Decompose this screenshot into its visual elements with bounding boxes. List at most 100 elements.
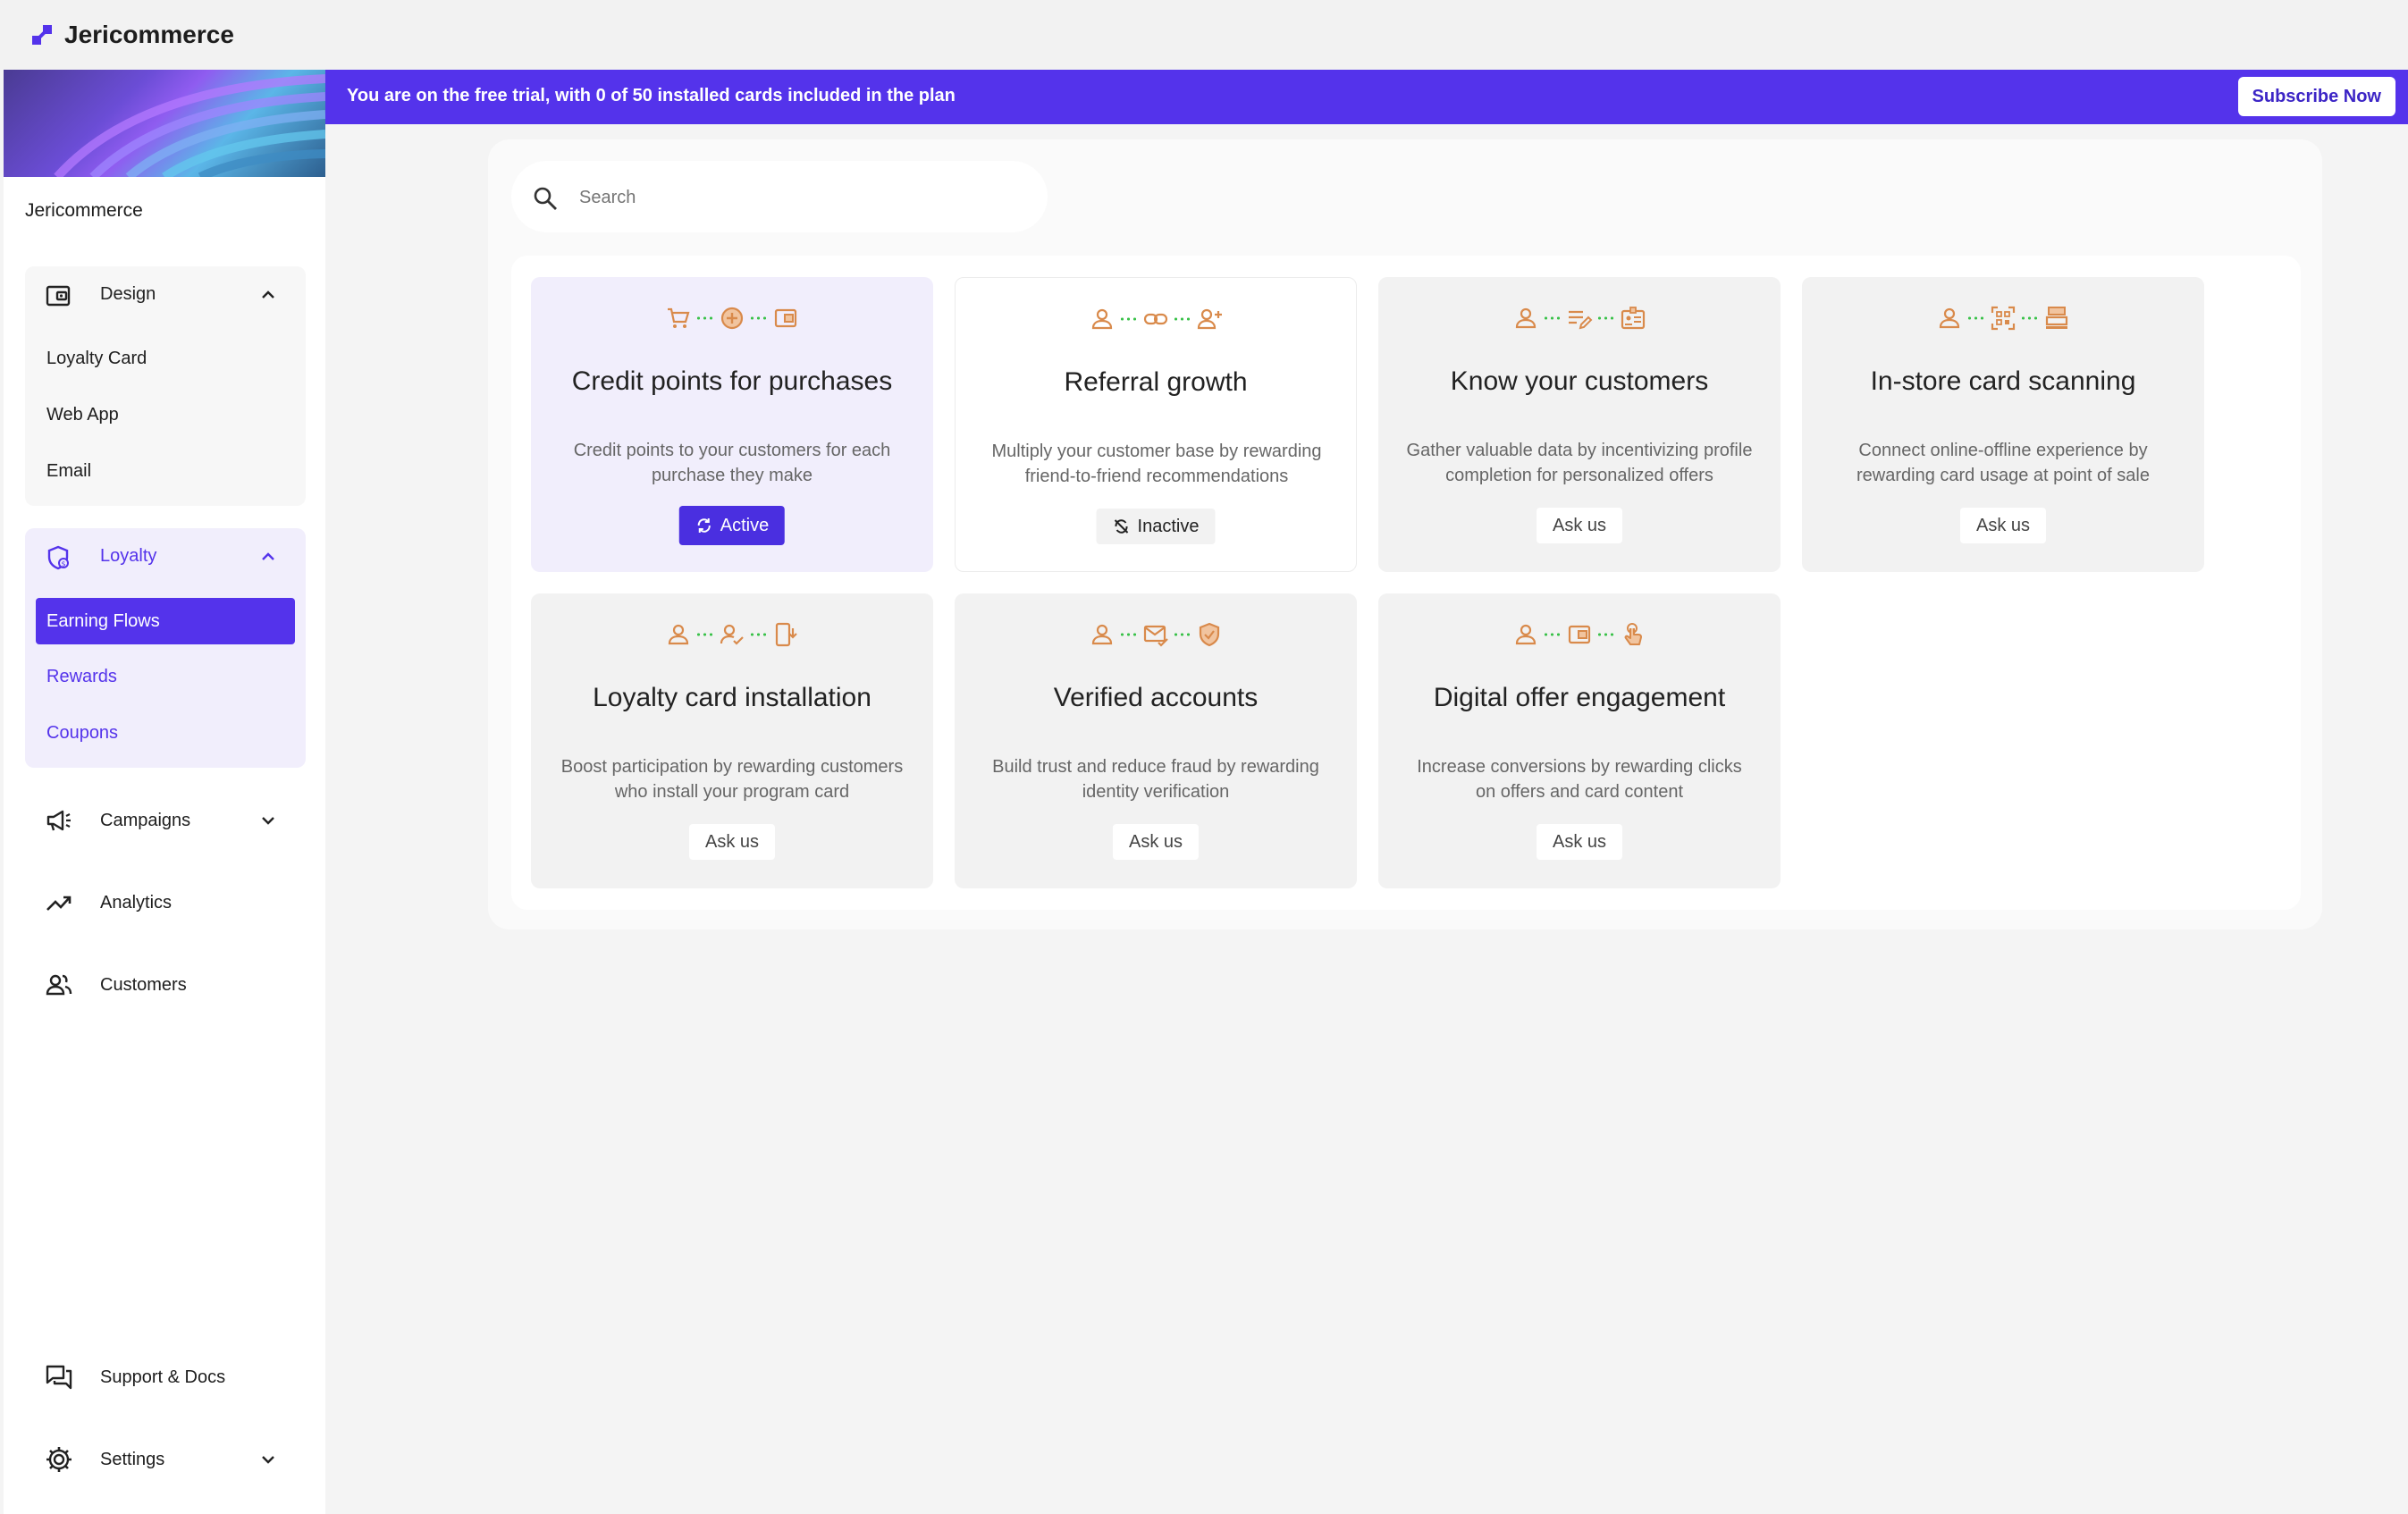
card-digital-offer-engagement[interactable]: Digital offer engagement Increase conver…	[1378, 593, 1781, 888]
card-title: Credit points for purchases	[571, 366, 893, 396]
wallet-icon	[46, 285, 71, 307]
chevron-up-icon	[262, 290, 274, 299]
flow-icons	[531, 302, 933, 334]
status-active-button[interactable]: Active	[678, 506, 786, 545]
flow-icons	[955, 618, 1357, 651]
workspace-banner-image	[4, 70, 325, 177]
ask-us-button[interactable]: Ask us	[1536, 508, 1623, 543]
trial-banner: You are on the free trial, with 0 of 50 …	[325, 70, 2408, 124]
card-description: Boost participation by rewarding custome…	[560, 757, 904, 802]
sidebar-item-rewards[interactable]: Rewards	[46, 667, 117, 687]
connector	[1596, 316, 1616, 320]
person-icon	[668, 624, 689, 645]
connector	[1173, 633, 1192, 636]
sidebar-item-email[interactable]: Email	[46, 461, 91, 482]
top-bar: Jericommerce	[0, 0, 2408, 70]
sidebar-item-support-docs[interactable]: Support & Docs	[25, 1350, 306, 1404]
connector	[2020, 316, 2040, 320]
sync-icon	[697, 518, 711, 533]
status-inactive-button[interactable]: Inactive	[1096, 509, 1216, 544]
ask-us-button[interactable]: Ask us	[1112, 824, 1200, 860]
sidebar-item-coupons[interactable]: Coupons	[46, 723, 118, 744]
wallet-icon	[1568, 625, 1591, 644]
design-toggle[interactable]: Design	[25, 266, 306, 324]
flow-icons	[1802, 302, 2204, 334]
card-title: Know your customers	[1450, 366, 1709, 396]
connector	[1173, 317, 1192, 321]
connector	[749, 633, 769, 636]
sidebar-item-campaigns[interactable]: Campaigns	[25, 794, 306, 847]
card-in-store-scanning[interactable]: In-store card scanning Connect online-of…	[1802, 277, 2204, 572]
settings-label: Settings	[100, 1450, 165, 1469]
ask-us-button[interactable]: Ask us	[688, 824, 776, 860]
person-icon	[1515, 624, 1537, 645]
card-title: Digital offer engagement	[1433, 683, 1726, 712]
card-loyalty-card-installation[interactable]: Loyalty card installation Boost particip…	[531, 593, 933, 888]
flow-icons	[531, 618, 933, 651]
chevron-down-icon	[262, 1456, 274, 1464]
sidebar-item-loyalty-card[interactable]: Loyalty Card	[46, 349, 147, 369]
loyalty-label: Loyalty	[100, 546, 157, 566]
card-title: Verified accounts	[1053, 683, 1259, 712]
card-credit-points[interactable]: Credit points for purchases Credit point…	[531, 277, 933, 572]
mail-check-icon	[1143, 625, 1168, 647]
trending-up-icon	[46, 896, 72, 911]
card-description: Connect online-offline experience by rew…	[1857, 441, 2150, 485]
loyalty-group: $ Loyalty Earning Flows Rewards Coupons	[25, 528, 306, 768]
connector	[695, 316, 715, 320]
sidebar-item-earning-flows[interactable]: Earning Flows	[36, 598, 295, 644]
flow-icons	[1378, 302, 1781, 334]
connector	[749, 316, 769, 320]
trial-banner-text: You are on the free trial, with 0 of 50 …	[347, 86, 956, 105]
sidebar-item-label: Earning Flows	[46, 611, 160, 631]
card-referral-growth[interactable]: Referral growth Multiply your customer b…	[955, 277, 1357, 572]
connector	[1596, 633, 1616, 636]
person-icon	[1091, 624, 1113, 645]
card-title: In-store card scanning	[1870, 366, 2136, 396]
brand-logo-icon	[32, 25, 52, 45]
card-verified-accounts[interactable]: Verified accounts Build trust and reduce…	[955, 593, 1357, 888]
flow-icons	[1378, 618, 1781, 651]
link-icon	[1143, 313, 1168, 325]
subscribe-now-button[interactable]: Subscribe Now	[2237, 77, 2395, 116]
chevron-down-icon	[262, 817, 274, 825]
person-check-icon	[720, 624, 744, 645]
search-box[interactable]	[511, 161, 1048, 232]
cart-icon	[668, 307, 690, 328]
sidebar-item-web-app[interactable]: Web App	[46, 405, 119, 425]
register-icon	[2045, 307, 2068, 329]
card-title: Loyalty card installation	[593, 683, 871, 712]
sync-disabled-icon	[1114, 519, 1129, 534]
edit-note-icon	[1569, 310, 1593, 330]
connector	[1119, 633, 1139, 636]
card-know-your-customers[interactable]: Know your customers Gather valuable data…	[1378, 277, 1781, 572]
loyalty-toggle[interactable]: $ Loyalty	[25, 528, 306, 585]
touch-icon	[1624, 623, 1642, 645]
status-label: Active	[720, 516, 770, 535]
connector	[1119, 317, 1139, 321]
ask-us-button[interactable]: Ask us	[1959, 508, 2047, 543]
person-icon	[1091, 308, 1113, 330]
ask-us-button[interactable]: Ask us	[1536, 824, 1623, 860]
sidebar-item-analytics[interactable]: Analytics	[25, 876, 306, 929]
card-description: Gather valuable data by incentivizing pr…	[1406, 441, 1753, 485]
status-label: Inactive	[1137, 517, 1200, 536]
brand[interactable]: Jericommerce	[30, 21, 234, 49]
forum-icon	[46, 1365, 72, 1390]
flow-icons	[956, 303, 1356, 335]
sidebar-item-customers[interactable]: Customers	[25, 958, 306, 1012]
qr-scan-icon	[1991, 306, 2016, 331]
connector	[695, 633, 715, 636]
support-label: Support & Docs	[100, 1367, 226, 1387]
card-description: Credit points to your customers for each…	[573, 441, 891, 485]
workspace-name: Jericommerce	[25, 200, 143, 221]
card-title: Referral growth	[1064, 367, 1248, 397]
chevron-up-icon	[262, 552, 274, 560]
person-icon	[1939, 307, 1960, 329]
wallet-icon	[774, 308, 797, 328]
people-icon	[46, 974, 72, 996]
gear-icon	[46, 1447, 72, 1472]
sidebar-item-settings[interactable]: Settings	[25, 1433, 306, 1486]
plus-circle-icon	[720, 307, 744, 330]
search-input[interactable]	[577, 179, 1028, 216]
